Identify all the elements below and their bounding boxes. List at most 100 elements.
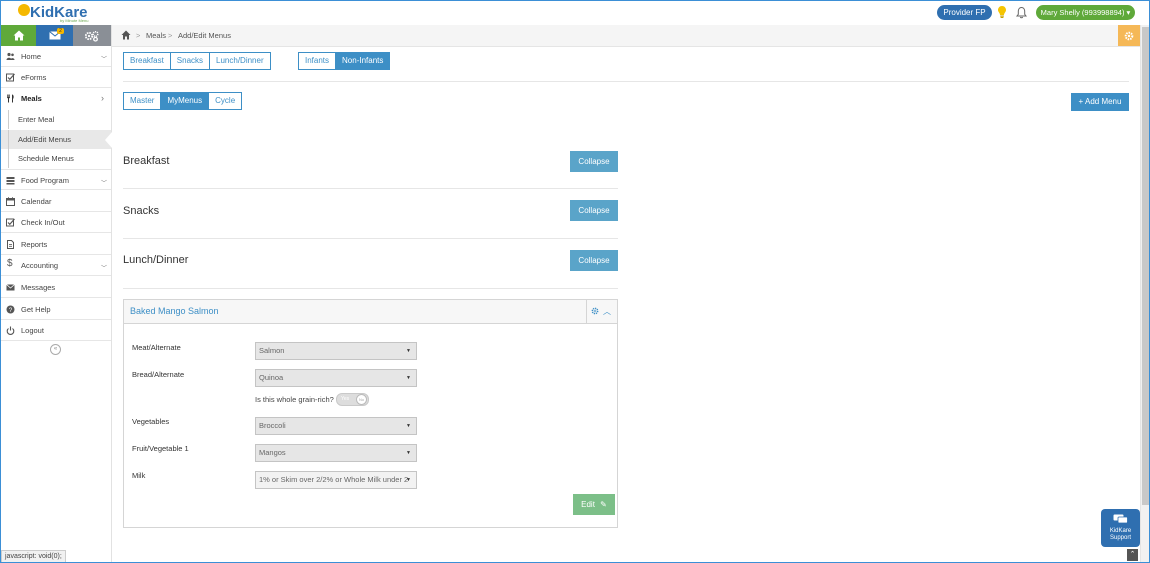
power-icon <box>6 326 15 335</box>
sidebar-item-logout[interactable]: Logout <box>1 320 111 341</box>
tab-lunch-dinner[interactable]: Lunch/Dinner <box>209 52 271 70</box>
page-scrollbar[interactable] <box>1140 25 1149 562</box>
document-icon <box>7 240 14 249</box>
mail-count-badge: 2 <box>57 28 64 34</box>
settings-tab[interactable] <box>73 25 111 46</box>
menu-card-header[interactable]: Baked Mango Salmon ︿ <box>124 300 617 324</box>
user-menu-button[interactable]: Mary Shelly (993998894) ▾ <box>1036 5 1135 20</box>
sidebar-item-meals[interactable]: Meals › <box>1 88 111 109</box>
tab-mymenus[interactable]: MyMenus <box>160 92 210 110</box>
sidebar-item-label: Check In/Out <box>21 218 65 227</box>
toggle-knob: No <box>356 394 367 405</box>
tab-cycle[interactable]: Cycle <box>208 92 243 110</box>
pencil-icon: ✎ <box>600 500 607 509</box>
chevron-right-icon: › <box>101 93 104 103</box>
sidebar-item-calendar[interactable]: Calendar <box>1 191 111 212</box>
vegetables-select[interactable]: Broccoli ▼ <box>255 417 417 435</box>
help-icon: ? <box>6 305 15 314</box>
sidebar-subitem-label: Schedule Menus <box>18 154 74 163</box>
collapse-snacks-button[interactable]: Collapse <box>570 200 618 221</box>
breadcrumb-separator: > <box>168 31 173 40</box>
chevron-down-icon: ﹀ <box>101 181 108 187</box>
sidebar-item-food-program[interactable]: Food Program ﹀ <box>1 169 111 190</box>
menu-card-title[interactable]: Baked Mango Salmon <box>130 300 219 322</box>
sidebar-subitem-label: Enter Meal <box>18 115 55 124</box>
provider-button[interactable]: Provider FP <box>937 5 992 20</box>
caret-down-icon: ▼ <box>406 450 411 456</box>
sidebar-item-home[interactable]: Home ﹀ <box>1 46 111 67</box>
tree-line <box>8 110 9 129</box>
sidebar-subitem-enter-meal[interactable]: Enter Meal <box>1 110 111 129</box>
chevron-up-icon[interactable]: ︿ <box>603 306 611 317</box>
menu-source-tabs: Master MyMenus Cycle <box>123 92 243 110</box>
sidebar-subitem-schedule-menus[interactable]: Schedule Menus <box>1 149 111 168</box>
lightbulb-icon[interactable] <box>997 5 1007 19</box>
collapse-sidebar-icon[interactable]: « <box>50 344 61 355</box>
scroll-to-top-button[interactable]: ⌃ <box>1127 549 1138 561</box>
divider <box>123 288 618 289</box>
sidebar-item-label: Calendar <box>21 197 52 206</box>
food-program-icon <box>6 177 15 185</box>
whole-grain-toggle[interactable]: Yes No <box>336 393 369 406</box>
select-value: Quinoa <box>259 373 284 382</box>
divider <box>123 238 618 239</box>
breadcrumb-item-meals[interactable]: Meals <box>146 25 166 46</box>
tab-non-infants[interactable]: Non-Infants <box>335 52 391 70</box>
fruit-vegetable-select[interactable]: Mangos ▼ <box>255 444 417 462</box>
sidebar-tabs: 2 <box>1 25 111 46</box>
age-group-tabs: Infants Non-Infants <box>298 52 391 70</box>
sidebar-item-label: Accounting <box>21 261 59 270</box>
tab-master[interactable]: Master <box>123 92 162 110</box>
field-label-bread: Bread/Alternate <box>132 370 185 379</box>
people-icon <box>6 52 15 60</box>
milk-select[interactable]: 1% or Skim over 2/2% or Whole Milk under… <box>255 471 417 489</box>
toggle-yes-label: Yes <box>341 396 350 402</box>
collapse-breakfast-button[interactable]: Collapse <box>570 151 618 172</box>
sidebar-item-eforms[interactable]: eForms <box>1 67 111 88</box>
sidebar-item-label: Logout <box>21 326 44 335</box>
select-value: Salmon <box>259 346 285 355</box>
logo-subtext: by Minute Menu <box>60 18 89 23</box>
bread-alternate-select[interactable]: Quinoa ▼ <box>255 369 417 387</box>
sidebar-item-label: eForms <box>21 73 47 82</box>
divider <box>123 188 618 189</box>
caret-down-icon: ▼ <box>406 477 411 483</box>
mail-tab[interactable]: 2 <box>36 25 73 46</box>
kidkare-support-widget[interactable]: KidKare Support <box>1101 509 1140 547</box>
home-tab[interactable] <box>1 25 36 46</box>
tab-breakfast[interactable]: Breakfast <box>123 52 171 70</box>
check-in-icon <box>6 218 15 227</box>
fork-knife-icon <box>7 94 14 103</box>
collapse-lunch-dinner-button[interactable]: Collapse <box>570 250 618 271</box>
sidebar-item-messages[interactable]: Messages <box>1 277 111 298</box>
sidebar-subitem-label: Add/Edit Menus <box>18 135 71 144</box>
meat-alternate-select[interactable]: Salmon ▼ <box>255 342 417 360</box>
home-icon[interactable] <box>121 30 131 40</box>
select-value: 1% or Skim over 2/2% or Whole Milk under… <box>259 475 409 484</box>
sidebar-item-label: Get Help <box>21 305 51 314</box>
gear-icon[interactable] <box>591 307 599 315</box>
app-window: KidKare by Minute Menu Provider FP Mary … <box>0 0 1150 563</box>
caret-down-icon: ▼ <box>406 375 411 381</box>
sidebar-subitem-add-edit-menus[interactable]: Add/Edit Menus <box>1 130 111 149</box>
edit-menu-button[interactable]: Edit ✎ <box>573 494 615 515</box>
support-label: KidKare Support <box>1101 528 1140 542</box>
page-settings-button[interactable] <box>1118 25 1140 46</box>
scrollbar-thumb[interactable] <box>1142 27 1149 505</box>
sidebar-item-accounting[interactable]: $ Accounting ﹀ <box>1 255 111 276</box>
field-label-meat: Meat/Alternate <box>132 343 181 352</box>
sidebar-item-get-help[interactable]: ? Get Help <box>1 299 111 320</box>
add-menu-button[interactable]: + Add Menu <box>1071 93 1129 111</box>
sidebar-item-reports[interactable]: Reports <box>1 234 111 255</box>
calendar-icon <box>6 197 15 206</box>
sidebar-item-label: Meals <box>21 94 42 103</box>
sidebar-item-check-in-out[interactable]: Check In/Out <box>1 212 111 233</box>
field-label-fruit-vegetable: Fruit/Vegetable 1 <box>132 444 189 453</box>
tab-infants[interactable]: Infants <box>298 52 337 70</box>
kidkare-logo[interactable]: KidKare by Minute Menu <box>16 3 106 23</box>
bell-icon[interactable] <box>1016 6 1027 19</box>
home-icon <box>13 30 24 41</box>
tab-snacks[interactable]: Snacks <box>169 52 211 70</box>
sidebar: 2 Home ﹀ eForms Meals › Enter Meal Add/E… <box>1 25 112 562</box>
sidebar-item-label: Messages <box>21 283 56 292</box>
